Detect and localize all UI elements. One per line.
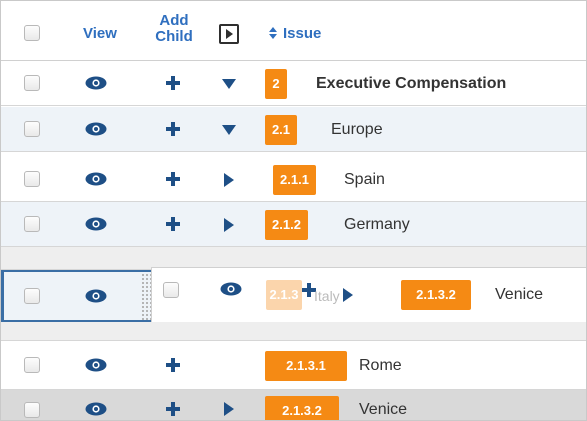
view-column-header[interactable]: View: [75, 26, 125, 42]
eye-icon[interactable]: [85, 172, 107, 186]
eye-icon[interactable]: [220, 282, 242, 296]
issue-number-badge: 2.1.3.2: [401, 280, 471, 310]
sort-icon[interactable]: [269, 27, 277, 41]
issue-column-header[interactable]: Issue: [283, 26, 321, 42]
plus-icon[interactable]: [166, 358, 180, 372]
drop-gap: [1, 322, 586, 341]
issue-number-badge: 2.1.3.1: [265, 351, 347, 381]
eye-icon[interactable]: [85, 358, 107, 372]
eye-icon[interactable]: [85, 217, 107, 231]
caret-down-icon[interactable]: [222, 79, 236, 89]
row-checkbox[interactable]: [24, 402, 40, 418]
table-row-selected[interactable]: 2.1.3.2 Venice: [1, 390, 586, 420]
issue-number-badge: 2.1.3.2: [265, 396, 339, 420]
issue-label[interactable]: Europe: [331, 120, 383, 140]
grip-icon[interactable]: [141, 273, 151, 321]
issue-label[interactable]: Spain: [344, 170, 385, 190]
eye-icon[interactable]: [85, 402, 107, 416]
caret-right-icon[interactable]: [224, 218, 234, 232]
caret-right-icon[interactable]: [224, 402, 234, 416]
row-checkbox[interactable]: [24, 357, 40, 373]
issue-label[interactable]: Germany: [344, 215, 410, 235]
plus-icon[interactable]: [166, 122, 180, 136]
issue-label[interactable]: Executive Compensation: [316, 74, 506, 94]
issue-label[interactable]: Venice: [495, 285, 543, 305]
table-row[interactable]: 2.1.3.1 Rome: [1, 341, 586, 390]
row-checkbox[interactable]: [163, 282, 179, 298]
caret-right-icon[interactable]: [343, 288, 353, 302]
issue-number-badge: 2.1.2: [265, 210, 308, 240]
issue-label: Italy: [314, 288, 340, 304]
plus-icon[interactable]: [166, 76, 180, 90]
table-row[interactable]: 2.1 Europe: [1, 107, 586, 152]
issue-number-badge: 2.1: [265, 115, 297, 145]
issue-number-badge: 2: [265, 69, 287, 99]
add-child-column-header[interactable]: Add Child: [149, 13, 199, 45]
eye-icon[interactable]: [85, 289, 107, 303]
issue-label[interactable]: Venice: [359, 400, 407, 420]
plus-icon[interactable]: [166, 217, 180, 231]
issue-label[interactable]: Rome: [359, 356, 402, 376]
eye-icon[interactable]: [85, 122, 107, 136]
eye-icon[interactable]: [85, 76, 107, 90]
row-checkbox[interactable]: [24, 121, 40, 137]
row-checkbox[interactable]: [24, 216, 40, 232]
drop-indicator: [1, 270, 4, 322]
row-checkbox[interactable]: [24, 171, 40, 187]
row-checkbox[interactable]: [24, 75, 40, 91]
issue-number-badge: 2.1.1: [273, 165, 316, 195]
expand-all-button[interactable]: [219, 24, 239, 44]
table-row[interactable]: 2.1.1 Spain: [1, 157, 586, 202]
add-child-header-line1: Add: [159, 12, 189, 29]
select-all-checkbox[interactable]: [24, 25, 40, 41]
add-child-header-line2: Child: [155, 28, 193, 45]
caret-right-icon[interactable]: [224, 173, 234, 187]
caret-down-icon[interactable]: [222, 125, 236, 135]
row-checkbox[interactable]: [24, 288, 40, 304]
plus-icon[interactable]: [166, 172, 180, 186]
issue-number-badge: 2.1.3: [266, 280, 302, 310]
table-row[interactable]: 2 Executive Compensation: [1, 61, 586, 106]
table-row[interactable]: 2.1.2 Germany: [1, 202, 586, 247]
grid-header: View Add Child Issue: [1, 1, 586, 61]
dragged-row-ghost[interactable]: 2.1.3 Italy 2.1.3.2 Venice: [151, 267, 586, 323]
issue-tree-grid: View Add Child Issue 2 Executive Compens…: [0, 0, 587, 421]
plus-icon[interactable]: [166, 402, 180, 416]
